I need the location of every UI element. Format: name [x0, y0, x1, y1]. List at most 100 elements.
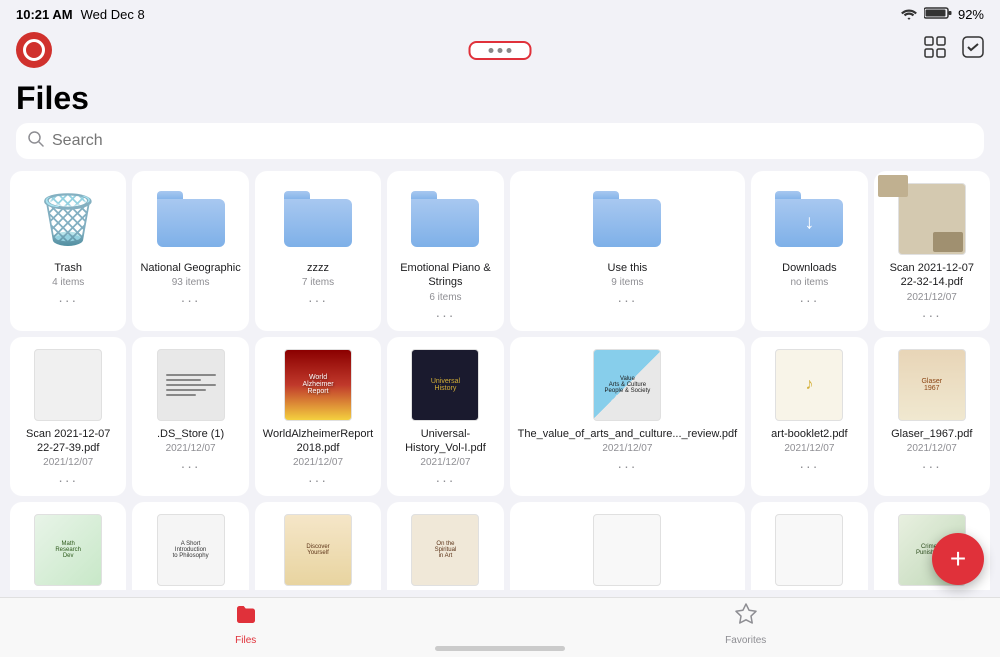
file-meta-glaser: 2021/12/07: [907, 443, 957, 454]
tab-files[interactable]: Files: [234, 602, 258, 646]
row3-0-thumbnail: MathResearchDev: [34, 514, 102, 586]
file-item-row3-3[interactable]: On theSpiritualin Art: [387, 502, 503, 590]
file-item-national-geo[interactable]: National Geographic 93 items ···: [132, 171, 248, 331]
dot3: [507, 48, 512, 53]
folder-icon-use-this: [593, 191, 661, 247]
file-more-national-geo[interactable]: ···: [181, 292, 201, 308]
file-name-scan1: Scan 2021-12-07 22-32-14.pdf: [882, 261, 982, 290]
file-thumb-arts: ValueArts & CulturePeople & Society: [591, 349, 663, 421]
file-more-glaser[interactable]: ···: [922, 458, 942, 474]
app-logo[interactable]: [16, 32, 52, 68]
file-more-zzzz[interactable]: ···: [308, 292, 328, 308]
file-item-history[interactable]: UniversalHistory Universal-History_Vol-I…: [387, 337, 503, 497]
file-thumb-scan1: [896, 183, 968, 255]
files-grid: 🗑️ Trash 4 items ··· National Geographic…: [8, 169, 992, 590]
file-thumb-national-geo: [155, 183, 227, 255]
file-item-arts[interactable]: ValueArts & CulturePeople & Society The_…: [510, 337, 746, 497]
battery-icon: [924, 6, 952, 23]
file-item-scan1[interactable]: Scan 2021-12-07 22-32-14.pdf 2021/12/07 …: [874, 171, 990, 331]
fab-plus-icon: +: [950, 543, 966, 575]
file-thumb-trash: 🗑️: [32, 183, 104, 255]
file-name-zzzz: zzzz: [307, 261, 329, 275]
file-item-trash[interactable]: 🗑️ Trash 4 items ···: [10, 171, 126, 331]
file-name-trash: Trash: [54, 261, 82, 275]
tab-favorites-label: Favorites: [725, 635, 766, 646]
file-more-ds-store[interactable]: ···: [181, 458, 201, 474]
file-name-alzheimer: WorldAlzheimerReport 2018.pdf: [263, 427, 373, 456]
select-button[interactable]: [962, 36, 984, 64]
search-icon: [28, 131, 44, 151]
file-meta-arts: 2021/12/07: [602, 443, 652, 454]
file-more-arts[interactable]: ···: [617, 458, 637, 474]
file-thumb-row3-4: [591, 514, 663, 586]
file-more-downloads[interactable]: ···: [799, 292, 819, 308]
scan1-thumbnail: [898, 183, 966, 255]
file-more-use-this[interactable]: ···: [617, 292, 637, 308]
file-meta-national-geo: 93 items: [172, 277, 210, 288]
status-icons: 92%: [900, 6, 984, 23]
file-item-glaser[interactable]: Glaser1967 Glaser_1967.pdf 2021/12/07 ··…: [874, 337, 990, 497]
file-item-zzzz[interactable]: zzzz 7 items ···: [255, 171, 381, 331]
row3-4-thumbnail: [593, 514, 661, 586]
fab-add-button[interactable]: +: [932, 533, 984, 585]
history-thumbnail: UniversalHistory: [411, 349, 479, 421]
file-name-artbooklet: art-booklet2.pdf: [771, 427, 847, 441]
file-meta-artbooklet: 2021/12/07: [784, 443, 834, 454]
file-item-row3-1[interactable]: A ShortIntroductionto Philosophy: [132, 502, 248, 590]
status-date: Wed Dec 8: [81, 7, 145, 22]
file-meta-alzheimer: 2021/12/07: [293, 457, 343, 468]
file-item-emotional-piano[interactable]: Emotional Piano & Strings 6 items ···: [387, 171, 503, 331]
file-name-ds-store: .DS_Store (1): [157, 427, 224, 441]
file-more-history[interactable]: ···: [435, 472, 455, 488]
artbooklet-thumbnail: ♪: [775, 349, 843, 421]
file-meta-trash: 4 items: [52, 277, 84, 288]
file-thumb-row3-5: [773, 514, 845, 586]
file-thumb-glaser: Glaser1967: [896, 349, 968, 421]
toolbar: [0, 28, 1000, 76]
file-item-scan2[interactable]: Scan 2021-12-07 22-27-39.pdf 2021/12/07 …: [10, 337, 126, 497]
grid-view-button[interactable]: [924, 36, 946, 64]
tab-favorites[interactable]: Favorites: [725, 602, 766, 646]
file-item-ds-store[interactable]: .DS_Store (1) 2021/12/07 ···: [132, 337, 248, 497]
file-item-downloads[interactable]: Downloads no items ···: [751, 171, 867, 331]
scan2-thumbnail: [34, 349, 102, 421]
file-item-row3-5[interactable]: [751, 502, 867, 590]
app-logo-inner: [23, 39, 45, 61]
file-meta-zzzz: 7 items: [302, 277, 334, 288]
file-meta-downloads: no items: [790, 277, 828, 288]
file-name-emotional-piano: Emotional Piano & Strings: [395, 261, 495, 290]
file-more-scan1[interactable]: ···: [922, 307, 942, 323]
file-more-trash[interactable]: ···: [58, 292, 78, 308]
file-more-scan2[interactable]: ···: [58, 472, 78, 488]
row3-5-thumbnail: [775, 514, 843, 586]
file-name-national-geo: National Geographic: [140, 261, 240, 275]
file-more-artbooklet[interactable]: ···: [799, 458, 819, 474]
file-item-alzheimer[interactable]: WorldAlzheimerReport WorldAlzheimerRepor…: [255, 337, 381, 497]
folder-icon-downloads: [775, 191, 843, 247]
file-meta-scan1: 2021/12/07: [907, 292, 957, 303]
file-more-emotional-piano[interactable]: ···: [435, 307, 455, 323]
row3-1-thumbnail: A ShortIntroductionto Philosophy: [157, 514, 225, 586]
file-name-use-this: Use this: [608, 261, 648, 275]
file-thumb-artbooklet: ♪: [773, 349, 845, 421]
file-item-artbooklet[interactable]: ♪ art-booklet2.pdf 2021/12/07 ···: [751, 337, 867, 497]
file-more-alzheimer[interactable]: ···: [308, 472, 328, 488]
home-indicator: [435, 646, 565, 651]
files-grid-container: 🗑️ Trash 4 items ··· National Geographic…: [0, 169, 1000, 590]
battery-percent: 92%: [958, 7, 984, 22]
file-name-glaser: Glaser_1967.pdf: [891, 427, 972, 441]
folder-icon-national-geo: [157, 191, 225, 247]
file-thumb-row3-3: On theSpiritualin Art: [409, 514, 481, 586]
file-thumb-row3-1: A ShortIntroductionto Philosophy: [155, 514, 227, 586]
search-input[interactable]: [52, 132, 972, 150]
toolbar-right: [924, 36, 984, 64]
search-bar[interactable]: [16, 123, 984, 159]
file-item-row3-0[interactable]: MathResearchDev: [10, 502, 126, 590]
file-item-row3-2[interactable]: DiscoverYourself: [255, 502, 381, 590]
folder-icon-zzzz: [284, 191, 352, 247]
dots-button[interactable]: [469, 41, 532, 60]
file-item-row3-4[interactable]: [510, 502, 746, 590]
trash-icon: 🗑️: [38, 191, 98, 248]
dot1: [489, 48, 494, 53]
file-item-use-this[interactable]: Use this 9 items ···: [510, 171, 746, 331]
